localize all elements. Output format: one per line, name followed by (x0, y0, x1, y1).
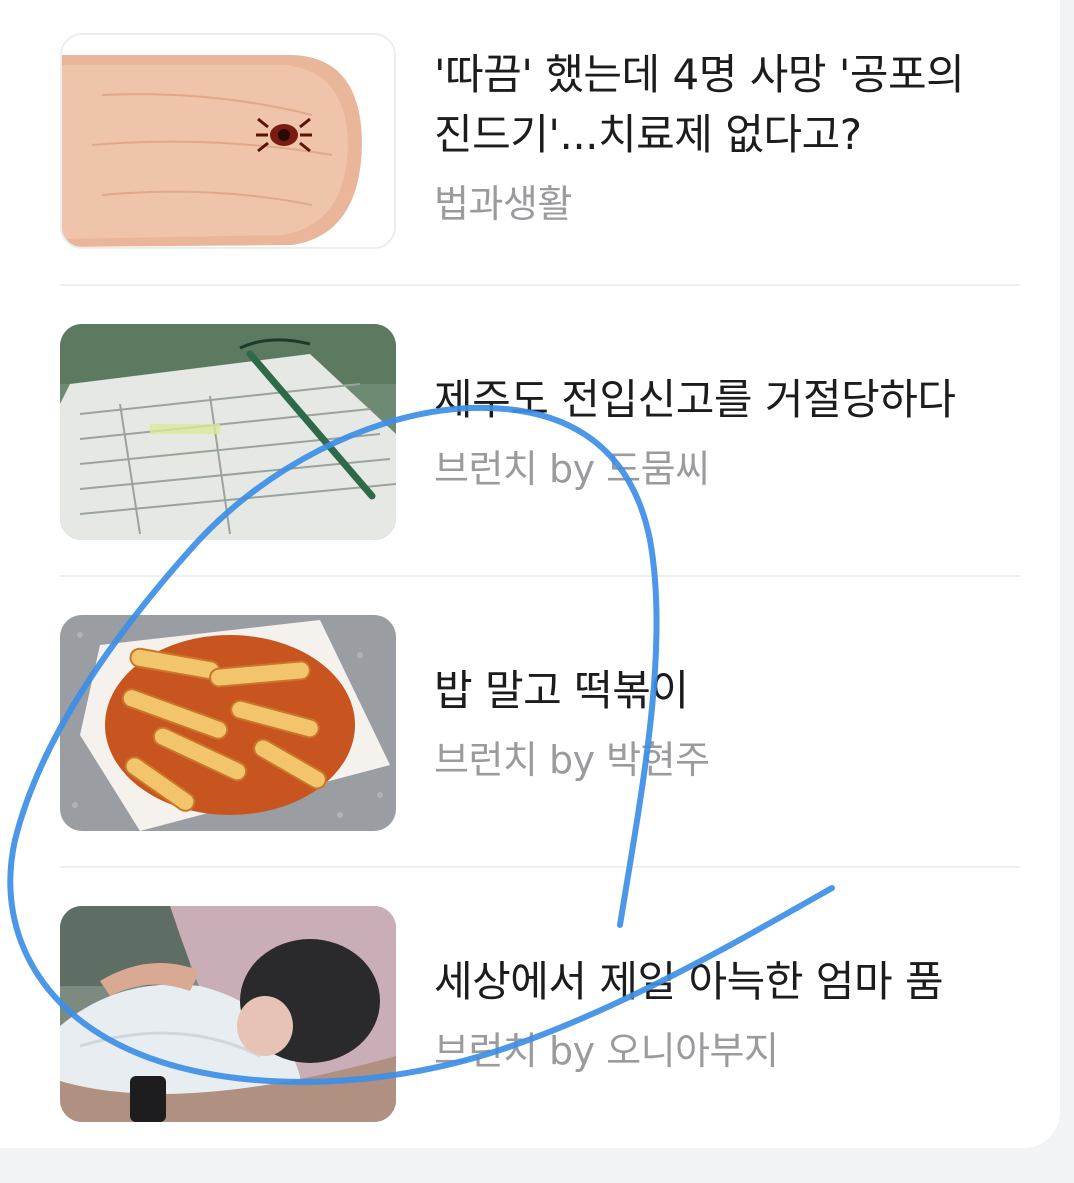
baby-in-mother-arms-image (60, 906, 396, 1122)
article-title[interactable]: 밥 말고 떡볶이 (434, 661, 1020, 721)
article-thumbnail[interactable] (60, 906, 396, 1122)
divider (60, 575, 1020, 577)
article-source: 브런치 by 박현주 (434, 738, 710, 782)
registration-form-with-pen-image (60, 324, 396, 540)
article-source: 법과생활 (434, 182, 572, 226)
article-text: 밥 말고 떡볶이 브런치 by 박현주 (434, 661, 1020, 785)
tteokbokki-plate-image (60, 615, 396, 831)
article-text: 제주도 전입신고를 거절당하다 브런치 by 드뭄씨 (434, 370, 1020, 494)
article-item[interactable]: 제주도 전입신고를 거절당하다 브런치 by 드뭄씨 (60, 324, 1020, 540)
article-thumbnail[interactable] (60, 324, 396, 540)
article-title[interactable]: 제주도 전입신고를 거절당하다 (434, 370, 1020, 430)
article-thumbnail[interactable] (60, 615, 396, 831)
article-list-card: '따끔' 했는데 4명 사망 '공포의 진드기'...치료제 없다고? 법과생활 (0, 0, 1060, 1148)
article-text: '따끔' 했는데 4명 사망 '공포의 진드기'...치료제 없다고? 법과생활 (434, 45, 1020, 229)
article-thumbnail[interactable] (60, 33, 396, 249)
article-source: 브런치 by 오니아부지 (434, 1029, 779, 1073)
article-title-line[interactable]: '따끔' 했는데 4명 사망 '공포의 (434, 45, 1020, 105)
article-source: 브런치 by 드뭄씨 (434, 447, 710, 491)
tick-on-fingertip-image (62, 35, 394, 247)
article-title-line[interactable]: 진드기'...치료제 없다고? (434, 105, 1020, 165)
article-item[interactable]: '따끔' 했는데 4명 사망 '공포의 진드기'...치료제 없다고? 법과생활 (60, 33, 1020, 249)
divider (60, 284, 1020, 286)
article-title[interactable]: 세상에서 제일 아늑한 엄마 품 (434, 952, 1020, 1012)
divider (60, 866, 1020, 868)
article-item[interactable]: 세상에서 제일 아늑한 엄마 품 브런치 by 오니아부지 (60, 906, 1020, 1122)
article-text: 세상에서 제일 아늑한 엄마 품 브런치 by 오니아부지 (434, 952, 1020, 1076)
article-item[interactable]: 밥 말고 떡볶이 브런치 by 박현주 (60, 615, 1020, 831)
